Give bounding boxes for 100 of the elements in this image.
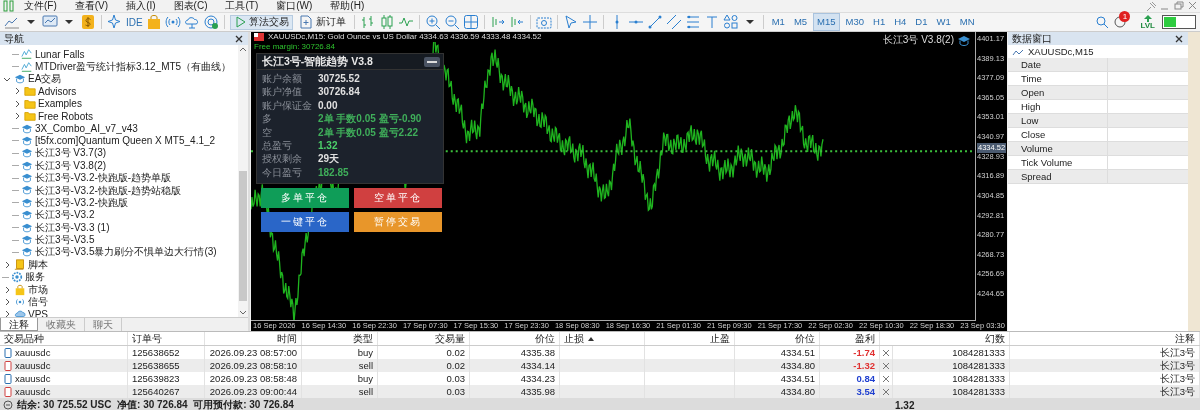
tree-item[interactable]: MTDriver盈亏统计指标3.12_MT5（有曲线） xyxy=(35,59,232,74)
action-button[interactable]: 一键平仓 xyxy=(261,212,349,232)
tree-item[interactable]: 长江3号-V3.2 xyxy=(35,208,95,223)
scrollbar[interactable] xyxy=(238,45,248,317)
new-order-button[interactable]: 新订单 xyxy=(295,14,349,30)
app-logo-icon xyxy=(2,0,15,13)
search-icon[interactable] xyxy=(1094,14,1111,30)
tree-item[interactable]: Lunar Falls xyxy=(35,48,85,60)
chart-window-icon[interactable] xyxy=(42,14,58,30)
trend-line-icon[interactable] xyxy=(646,14,663,30)
zoom-out-icon[interactable] xyxy=(443,14,460,30)
data-label: Close xyxy=(1008,128,1108,141)
close-icon[interactable] xyxy=(882,374,890,383)
timeframe-button[interactable]: H1 xyxy=(870,14,889,30)
menu-item[interactable]: 查看(V) xyxy=(65,0,118,12)
signal-add-icon[interactable] xyxy=(202,14,219,30)
profit-value: 0.84 xyxy=(856,372,875,385)
column-header[interactable]: 注释 xyxy=(1010,332,1200,345)
lines-icon[interactable] xyxy=(684,14,701,30)
dollar-icon[interactable] xyxy=(80,14,96,30)
timeframe-button[interactable]: M15 xyxy=(813,13,840,31)
ide-button[interactable]: IDE xyxy=(126,16,143,28)
menu-item[interactable]: 插入(I) xyxy=(117,0,165,12)
tree-item[interactable]: 信号 xyxy=(28,295,48,309)
column-header[interactable]: 订单号 xyxy=(128,332,205,345)
column-header[interactable]: 价位 xyxy=(470,332,560,345)
column-header[interactable]: 交易品种 xyxy=(0,332,128,345)
graduation-cap-icon xyxy=(21,234,33,247)
timeframe-button[interactable]: MN xyxy=(956,14,978,30)
free-margin-text: Free margin: 30726.84 xyxy=(254,42,335,52)
algo-trading-button[interactable]: 算法交易 xyxy=(229,14,293,30)
menu-item[interactable]: 文件(F) xyxy=(15,0,66,12)
close-icon[interactable] xyxy=(234,33,244,44)
column-header[interactable]: 价位 xyxy=(735,332,820,345)
profit-value: 3.54 xyxy=(856,385,875,398)
restore-icon[interactable] xyxy=(1172,0,1186,12)
tree-item[interactable]: Free Robots xyxy=(38,110,94,122)
tree-item[interactable]: 长江3号-V3.3 (1) xyxy=(35,220,110,235)
zoom-in-icon[interactable] xyxy=(424,14,441,30)
tree-item[interactable]: 长江3号-V3.5暴力刷分不惧单边大行情(3) xyxy=(35,245,217,260)
panel-tab[interactable]: 注释 xyxy=(0,318,38,331)
column-header[interactable]: 交易量 xyxy=(378,332,470,345)
tree-item[interactable]: 长江3号 V3.8(2) xyxy=(35,158,107,173)
sparkle-icon[interactable] xyxy=(107,14,123,30)
action-button[interactable]: 空单平仓 xyxy=(354,188,442,208)
document-add-icon xyxy=(298,15,313,29)
tree-item[interactable]: 长江3号-V3.2-快跑版-趋势单版 xyxy=(35,171,172,186)
tree-item[interactable]: 服务 xyxy=(25,270,45,285)
cursor-icon[interactable] xyxy=(562,14,579,30)
order-icon xyxy=(4,386,12,397)
info-value: 2单 手数0.05 盈亏2.22 xyxy=(318,126,419,140)
tree-item[interactable]: 长江3号 V3.7(3) xyxy=(35,146,107,161)
tree-item[interactable]: 市场 xyxy=(28,282,48,297)
graduation-cap-icon xyxy=(21,122,33,135)
broadcast-icon[interactable] xyxy=(164,14,181,30)
bar-chart-icon[interactable] xyxy=(359,14,376,30)
tree-item[interactable]: 长江3号-V3.2-快跑版-趋势站稳版 xyxy=(35,183,182,198)
tree-item[interactable]: Advisors xyxy=(38,85,77,97)
close-icon[interactable] xyxy=(882,348,890,357)
action-button[interactable]: 多单平仓 xyxy=(261,188,349,208)
bell-icon[interactable] xyxy=(1113,14,1128,30)
tree-item[interactable]: 长江3号-V3.2-快跑版 xyxy=(35,195,128,210)
graduation-cap-icon xyxy=(21,159,33,172)
menu-item[interactable]: 帮助(H) xyxy=(321,0,374,12)
data-label: Open xyxy=(1008,86,1108,99)
info-value: 30725.52 xyxy=(318,73,360,86)
minimize-button[interactable] xyxy=(424,56,440,67)
tree-item[interactable]: 脚本 xyxy=(28,257,48,272)
tree-item[interactable]: [t5fx.com]Quantum Queen X MT5_4.1_2 xyxy=(35,135,216,147)
info-value: 0.00 xyxy=(318,99,338,113)
column-header[interactable]: 时间 xyxy=(205,332,302,345)
timeframe-button[interactable]: H4 xyxy=(891,14,910,30)
column-header[interactable]: 类型 xyxy=(302,332,378,345)
symbol-label: XAUUSDc,M15 xyxy=(1028,46,1094,57)
timeframe-button[interactable]: M1 xyxy=(768,14,788,30)
column-header[interactable]: 止损 xyxy=(560,332,645,345)
data-label: Time xyxy=(1008,72,1108,85)
menu-item[interactable]: 图表(C) xyxy=(164,0,217,12)
grid-icon[interactable] xyxy=(462,14,479,30)
timeframe-button[interactable]: D1 xyxy=(912,14,931,30)
column-header[interactable]: 盈利 xyxy=(820,332,880,345)
candlestick-icon[interactable] xyxy=(378,14,395,30)
timeframe-button[interactable]: M5 xyxy=(790,14,811,30)
info-value: 182.85 xyxy=(318,166,349,180)
menu-item[interactable]: 工具(T) xyxy=(216,0,268,12)
timeframe-button[interactable]: M30 xyxy=(842,14,868,30)
cloud-icon[interactable] xyxy=(183,14,200,30)
pin-icon[interactable] xyxy=(1144,0,1158,12)
timeframe-button[interactable]: W1 xyxy=(933,14,954,30)
column-header[interactable]: 止盈 xyxy=(645,332,735,345)
scroll-thumb[interactable] xyxy=(239,171,247,301)
tree-item[interactable]: EA交易 xyxy=(28,72,62,86)
tree-item[interactable]: 3X_Combo_AI_v7_v43 xyxy=(35,123,138,135)
column-header[interactable]: 幻数 xyxy=(880,332,1010,345)
close-icon[interactable] xyxy=(1174,33,1184,44)
graduation-cap-icon xyxy=(957,34,971,46)
menu-item[interactable]: 窗口(W) xyxy=(267,0,322,12)
tree-item[interactable]: 长江3号-V3.5 xyxy=(35,233,95,248)
tree-item[interactable]: Examples xyxy=(38,98,82,110)
camera-icon[interactable] xyxy=(535,14,552,30)
